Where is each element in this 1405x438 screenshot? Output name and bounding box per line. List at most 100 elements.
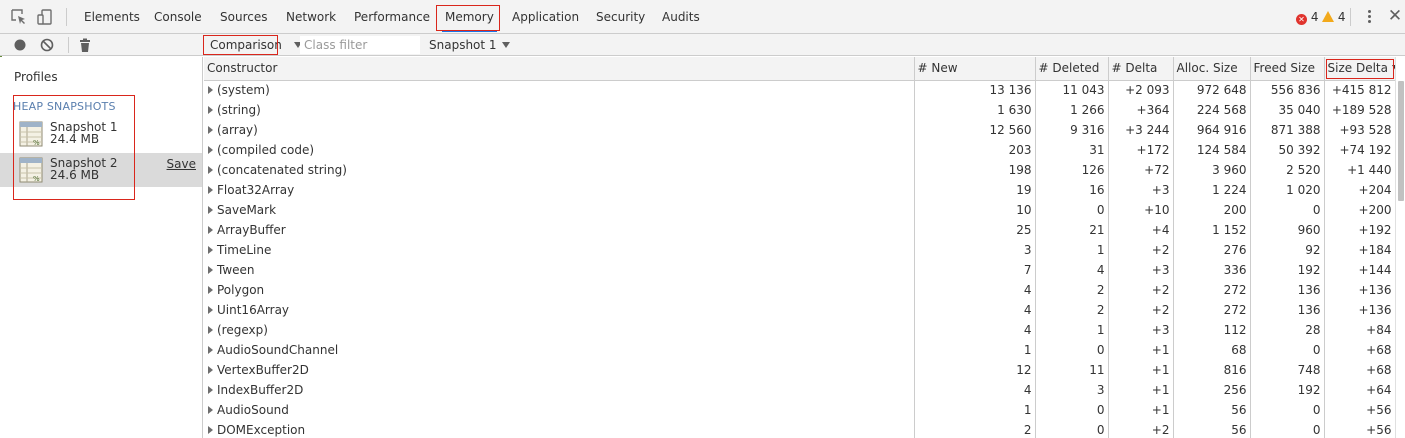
expand-triangle-icon[interactable] xyxy=(208,126,213,134)
tab-network[interactable]: Network xyxy=(286,0,336,34)
expand-triangle-icon[interactable] xyxy=(208,146,213,154)
class-filter-input[interactable] xyxy=(300,36,420,54)
expand-triangle-icon[interactable] xyxy=(208,106,213,114)
expand-triangle-icon[interactable] xyxy=(208,346,213,354)
column-alloc-size[interactable]: Alloc. Size xyxy=(1173,57,1251,81)
save-snapshot-link[interactable]: Save xyxy=(167,157,196,171)
table-row[interactable]: IndexBuffer2D 4 3 +1 256 192 +64 xyxy=(204,380,1395,400)
table-row[interactable]: SaveMark 10 0 +10 200 0 +200 xyxy=(204,200,1395,220)
value-cell: +68 xyxy=(1324,360,1395,380)
tab-application[interactable]: Application xyxy=(512,0,579,34)
constructor-cell: Uint16Array xyxy=(204,300,915,320)
profiles-title: Profiles xyxy=(14,70,58,84)
base-snapshot-value: Snapshot 1 xyxy=(429,38,497,52)
tab-audits[interactable]: Audits xyxy=(662,0,700,34)
expand-triangle-icon[interactable] xyxy=(208,186,213,194)
table-row[interactable]: VertexBuffer2D 12 11 +1 816 748 +68 xyxy=(204,360,1395,380)
constructor-name: Tween xyxy=(217,263,255,277)
table-row[interactable]: (array) 12 560 9 316 +3 244 964 916 871 388 +9… xyxy=(204,120,1395,140)
table-row[interactable]: AudioSoundChannel 1 0 +1 68 0 +68 xyxy=(204,340,1395,360)
constructor-cell: (string) xyxy=(204,100,915,120)
constructor-name: (concatenated string) xyxy=(217,163,347,177)
snapshot-item-1[interactable]: % Snapshot 1 24.4 MB xyxy=(0,117,202,151)
tab-console[interactable]: Console xyxy=(154,0,202,34)
table-row[interactable]: AudioSound 1 0 +1 56 0 +56 xyxy=(204,400,1395,420)
value-cell: 0 xyxy=(1250,200,1325,220)
table-row[interactable]: (compiled code) 203 31 +172 124 584 50 392 +74… xyxy=(204,140,1395,160)
expand-triangle-icon[interactable] xyxy=(208,306,213,314)
table-row[interactable]: (concatenated string) 198 126 +72 3 960 2 520… xyxy=(204,160,1395,180)
value-cell: 0 xyxy=(1035,340,1109,360)
tab-security[interactable]: Security xyxy=(596,0,645,34)
tab-memory[interactable]: Memory xyxy=(442,0,497,34)
value-cell: 2 xyxy=(914,420,1036,438)
view-mode-select[interactable]: Comparison xyxy=(210,34,302,56)
expand-triangle-icon[interactable] xyxy=(208,166,213,174)
value-cell: +72 xyxy=(1108,160,1174,180)
expand-triangle-icon[interactable] xyxy=(208,286,213,294)
column-freed-size[interactable]: Freed Size xyxy=(1250,57,1325,81)
device-toolbar-icon[interactable] xyxy=(36,8,54,26)
table-row[interactable]: (string) 1 630 1 266 +364 224 568 35 040 +189 … xyxy=(204,100,1395,120)
constructor-name: ArrayBuffer xyxy=(217,223,286,237)
toolbar-divider xyxy=(68,37,69,53)
value-cell: 28 xyxy=(1250,320,1325,340)
close-devtools-icon[interactable]: ✕ xyxy=(1386,5,1404,27)
expand-triangle-icon[interactable] xyxy=(208,226,213,234)
devtools-tabbar: Elements Console Sources Network Perform… xyxy=(0,0,1405,34)
value-cell: 4 xyxy=(914,320,1036,340)
heap-snapshot-icon: % xyxy=(19,157,43,183)
constructor-cell: DOMException xyxy=(204,420,915,438)
value-cell: 192 xyxy=(1250,380,1325,400)
table-row[interactable]: DOMException 2 0 +2 56 0 +56 xyxy=(204,420,1395,438)
value-cell: 276 xyxy=(1173,240,1251,260)
expand-triangle-icon[interactable] xyxy=(208,326,213,334)
value-cell: 56 xyxy=(1173,400,1251,420)
table-row[interactable]: Polygon 4 2 +2 272 136 +136 xyxy=(204,280,1395,300)
value-cell: +64 xyxy=(1324,380,1395,400)
value-cell: 31 xyxy=(1035,140,1109,160)
table-row[interactable]: (regexp) 4 1 +3 112 28 +84 xyxy=(204,320,1395,340)
constructor-cell: TimeLine xyxy=(204,240,915,260)
expand-triangle-icon[interactable] xyxy=(208,386,213,394)
value-cell: +364 xyxy=(1108,100,1174,120)
snapshot-item-2[interactable]: % Snapshot 2 24.6 MB Save xyxy=(0,153,202,187)
value-cell: 21 xyxy=(1035,220,1109,240)
expand-triangle-icon[interactable] xyxy=(208,266,213,274)
expand-triangle-icon[interactable] xyxy=(208,86,213,95)
value-cell: +1 xyxy=(1108,380,1174,400)
value-cell: 3 960 xyxy=(1173,160,1251,180)
column-constructor[interactable]: Constructor xyxy=(204,57,915,81)
table-row[interactable]: Uint16Array 4 2 +2 272 136 +136 xyxy=(204,300,1395,320)
column-deleted[interactable]: # Deleted xyxy=(1035,57,1109,81)
constructor-name: AudioSound xyxy=(217,403,289,417)
expand-triangle-icon[interactable] xyxy=(208,366,213,374)
expand-triangle-icon[interactable] xyxy=(208,426,213,434)
error-counter[interactable]: ✕ 4 xyxy=(1296,0,1318,34)
vertical-scrollbar[interactable] xyxy=(1395,57,1405,438)
inspect-element-icon[interactable] xyxy=(10,8,28,26)
warning-counter[interactable]: 4 xyxy=(1322,0,1345,34)
expand-triangle-icon[interactable] xyxy=(208,206,213,214)
tab-performance[interactable]: Performance xyxy=(354,0,430,34)
column-new[interactable]: # New xyxy=(914,57,1036,81)
tab-elements[interactable]: Elements xyxy=(84,0,140,34)
record-icon[interactable] xyxy=(12,37,28,53)
value-cell: +93 528 xyxy=(1324,120,1395,140)
base-snapshot-select[interactable]: Snapshot 1 xyxy=(429,34,510,56)
expand-triangle-icon[interactable] xyxy=(208,246,213,254)
column-size-delta[interactable]: Size Delta xyxy=(1324,57,1395,81)
tab-sources[interactable]: Sources xyxy=(220,0,267,34)
trash-icon[interactable] xyxy=(77,37,93,53)
expand-triangle-icon[interactable] xyxy=(208,406,213,414)
table-row[interactable]: (system) 13 136 11 043 +2 093 972 648 556 836… xyxy=(204,80,1395,100)
table-row[interactable]: ArrayBuffer 25 21 +4 1 152 960 +192 xyxy=(204,220,1395,240)
clear-all-icon[interactable] xyxy=(39,37,55,53)
table-row[interactable]: Float32Array 19 16 +3 1 224 1 020 +204 xyxy=(204,180,1395,200)
table-row[interactable]: Tween 7 4 +3 336 192 +144 xyxy=(204,260,1395,280)
more-options-icon[interactable] xyxy=(1362,9,1376,25)
table-row[interactable]: TimeLine 3 1 +2 276 92 +184 xyxy=(204,240,1395,260)
column-delta[interactable]: # Delta xyxy=(1108,57,1174,81)
svg-text:%: % xyxy=(33,175,40,183)
scrollbar-thumb[interactable] xyxy=(1398,81,1404,201)
